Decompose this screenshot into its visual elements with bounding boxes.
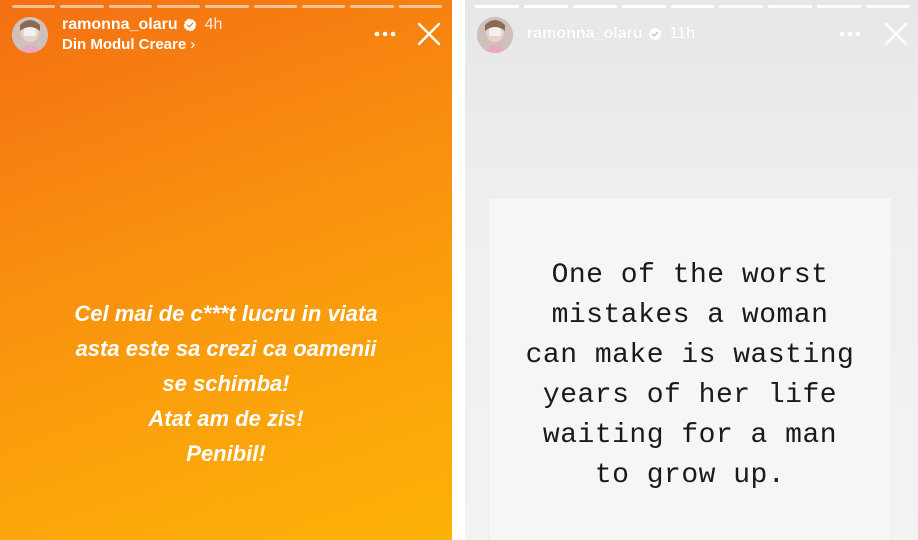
progress-segment	[523, 5, 568, 8]
story-header: ramonna_olaru 11h	[477, 14, 910, 56]
progress-segment	[108, 5, 152, 8]
caption-line: asta este sa crezi ca oamenii	[75, 336, 377, 361]
progress-segment	[866, 5, 911, 8]
more-options-icon[interactable]	[374, 31, 396, 37]
avatar[interactable]	[12, 17, 48, 53]
verified-badge-icon	[183, 18, 197, 32]
story-username[interactable]: ramonna_olaru	[527, 25, 643, 43]
close-icon[interactable]	[884, 22, 908, 46]
caption-line: Penibil!	[186, 441, 266, 466]
close-icon[interactable]	[417, 22, 441, 46]
story-source-label: Din Modul Creare	[62, 36, 187, 53]
progress-segment	[475, 5, 519, 8]
quote-line: to grow up.	[594, 460, 786, 491]
progress-segment	[670, 5, 715, 8]
progress-segment	[60, 5, 104, 8]
quote-line: One of the worst	[551, 260, 829, 291]
avatar[interactable]	[477, 17, 513, 53]
more-options-icon[interactable]	[839, 31, 861, 37]
progress-segment	[205, 5, 249, 8]
story-header: ramonna_olaru 4h Din Modul Creare ›	[12, 14, 444, 56]
quote-line: years of her life	[542, 380, 838, 411]
progress-segment	[572, 5, 617, 8]
story-progress-bar	[12, 5, 442, 8]
progress-segment	[817, 5, 862, 8]
progress-segment	[156, 5, 201, 8]
quote-line: waiting for a man	[542, 420, 838, 451]
panel-divider	[452, 0, 465, 540]
quote-text: One of the worst mistakes a woman can ma…	[489, 256, 891, 496]
progress-segment	[253, 5, 297, 8]
progress-segment	[768, 5, 813, 8]
quote-image: One of the worst mistakes a woman can ma…	[489, 198, 891, 540]
story-timestamp: 4h	[204, 16, 223, 33]
story-panel-right[interactable]: ramonna_olaru 11h One of the worst mista…	[465, 0, 918, 540]
quote-line: mistakes a woman	[551, 300, 829, 331]
story-caption: Cel mai de c***t lucru in viata asta est…	[0, 296, 452, 471]
quote-line: can make is wasting	[525, 340, 855, 371]
chevron-right-icon: ›	[190, 36, 196, 53]
story-username[interactable]: ramonna_olaru	[62, 16, 178, 34]
verified-badge-icon	[648, 27, 662, 41]
progress-segment	[301, 5, 346, 8]
story-panel-left[interactable]: ramonna_olaru 4h Din Modul Creare › Cel m…	[0, 0, 452, 540]
caption-line: Atat am de zis!	[148, 406, 304, 431]
story-progress-bar	[475, 5, 911, 8]
story-source-link[interactable]: Din Modul Creare ›	[62, 36, 195, 53]
progress-segment	[398, 5, 442, 8]
caption-line: se schimba!	[162, 371, 290, 396]
caption-line: Cel mai de c***t lucru in viata	[74, 301, 378, 326]
progress-segment	[12, 5, 56, 8]
progress-segment	[350, 5, 394, 8]
progress-segment	[719, 5, 764, 8]
story-timestamp: 11h	[669, 25, 696, 42]
progress-segment	[621, 5, 666, 8]
